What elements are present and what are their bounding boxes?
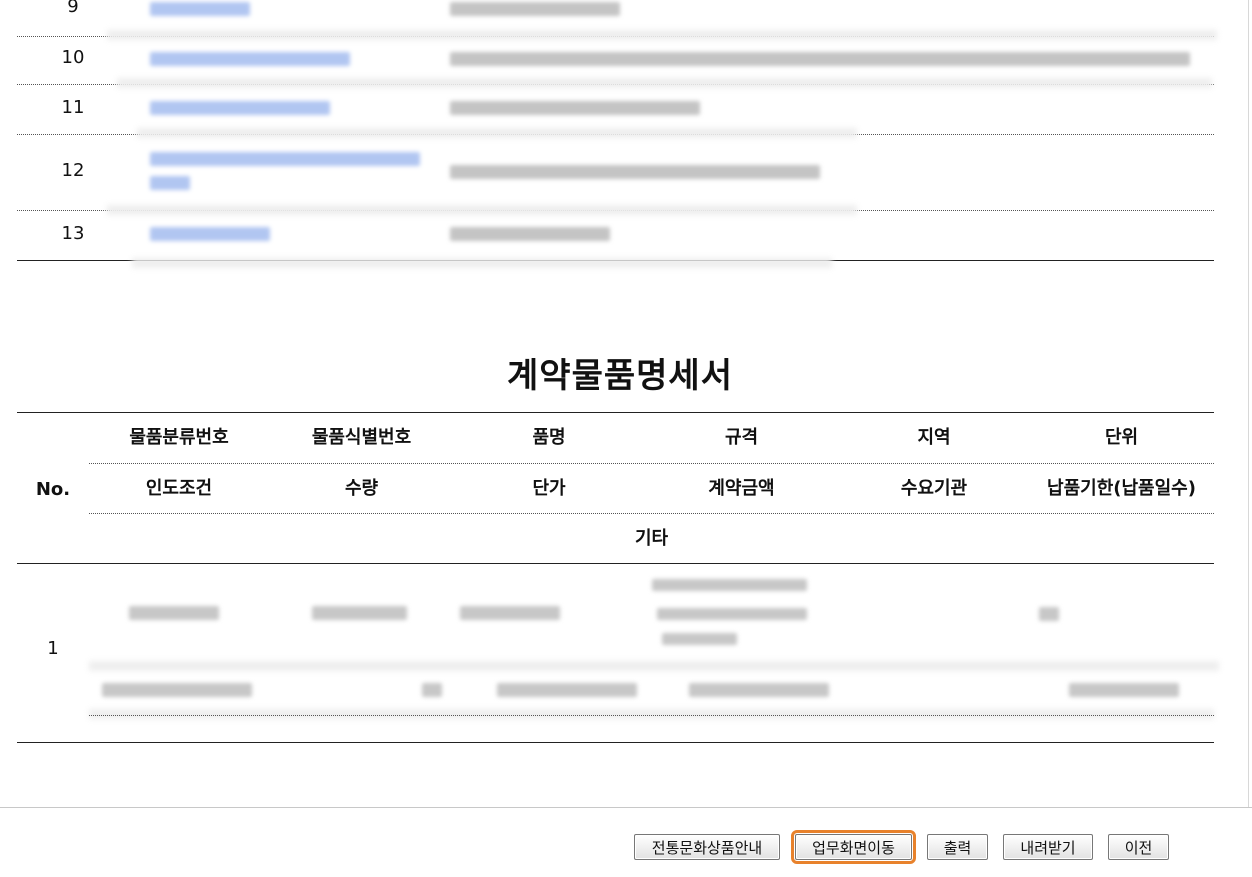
redacted-cell bbox=[129, 606, 219, 620]
header-cell: 지역 bbox=[917, 427, 951, 448]
header-cell: 규격 bbox=[724, 427, 759, 448]
redacted-cell bbox=[497, 683, 637, 697]
redacted-cell bbox=[460, 606, 560, 620]
row-divider bbox=[89, 715, 1214, 716]
redaction-band bbox=[107, 205, 857, 215]
redaction-band bbox=[107, 30, 1217, 40]
header-cell: 단위 bbox=[1104, 427, 1139, 448]
header-cell: 물품분류번호 bbox=[129, 427, 229, 448]
print-button[interactable]: 출력 bbox=[927, 834, 988, 860]
redacted-text bbox=[450, 52, 1190, 66]
previous-button[interactable]: 이전 bbox=[1108, 834, 1169, 860]
redacted-link[interactable] bbox=[150, 52, 350, 66]
header-cell-other: 기타 bbox=[634, 528, 669, 549]
row-number: 13 bbox=[61, 223, 85, 244]
redacted-text bbox=[450, 2, 620, 16]
contract-items-table: No. 물품분류번호 물품식별번호 품명 규격 지역 단위 인도조건 수량 단가… bbox=[17, 412, 1219, 743]
header-cell: 수량 bbox=[344, 478, 379, 499]
header-cell: 계약금액 bbox=[708, 478, 775, 499]
redacted-cell bbox=[1069, 683, 1179, 697]
scrollbar-edge bbox=[1248, 0, 1249, 808]
redacted-link[interactable] bbox=[150, 227, 270, 241]
redacted-cell bbox=[422, 683, 442, 697]
document-area: 9 10 11 12 13 계약물품명세서 No. 물품분류번호 물품식별번호 … bbox=[0, 0, 1252, 808]
header-cell: 수요기관 bbox=[900, 478, 968, 499]
no-header: No. bbox=[35, 479, 71, 500]
redacted-link[interactable] bbox=[150, 101, 330, 115]
redacted-text bbox=[450, 165, 820, 179]
redacted-cell bbox=[652, 579, 807, 591]
redacted-cell bbox=[662, 633, 737, 645]
data-row-number: 1 bbox=[47, 638, 59, 659]
redaction-band bbox=[89, 709, 1214, 719]
go-to-business-screen-button[interactable]: 업무화면이동 bbox=[791, 830, 916, 864]
redaction-band bbox=[137, 128, 857, 138]
redacted-cell bbox=[689, 683, 829, 697]
redaction-band bbox=[89, 661, 1219, 671]
header-cell: 인도조건 bbox=[145, 478, 213, 499]
download-button[interactable]: 내려받기 bbox=[1003, 834, 1093, 860]
redacted-cell bbox=[102, 683, 252, 697]
header-cell: 물품식별번호 bbox=[311, 427, 412, 448]
redacted-text bbox=[450, 101, 700, 115]
header-cell: 납품기한(납품일수) bbox=[1047, 478, 1196, 499]
header-cell: 품명 bbox=[532, 427, 566, 448]
redaction-band bbox=[132, 258, 832, 268]
traditional-culture-products-button[interactable]: 전통문화상품안내 bbox=[634, 834, 780, 860]
header-bottom-rule bbox=[17, 563, 1214, 564]
footer-divider bbox=[0, 807, 1252, 808]
row-number: 12 bbox=[61, 160, 85, 181]
redacted-cell bbox=[1039, 607, 1059, 621]
redacted-link[interactable] bbox=[150, 152, 420, 166]
header-cell: 단가 bbox=[532, 478, 566, 499]
row-number: 9 bbox=[67, 0, 79, 17]
redacted-text bbox=[450, 227, 610, 241]
redaction-band bbox=[117, 78, 1212, 88]
redacted-link[interactable] bbox=[150, 2, 250, 16]
row-number: 11 bbox=[61, 97, 85, 118]
row-number: 10 bbox=[61, 47, 85, 68]
list-item: 12 bbox=[17, 135, 1214, 211]
redacted-link[interactable] bbox=[150, 176, 190, 190]
button-bar: 전통문화상품안내 업무화면이동 출력 내려받기 이전 bbox=[0, 830, 1252, 872]
contract-items-title: 계약물품명세서 bbox=[507, 356, 733, 396]
redacted-cell bbox=[657, 608, 807, 620]
list-item: 13 bbox=[17, 211, 1214, 261]
redacted-cell bbox=[312, 606, 407, 620]
